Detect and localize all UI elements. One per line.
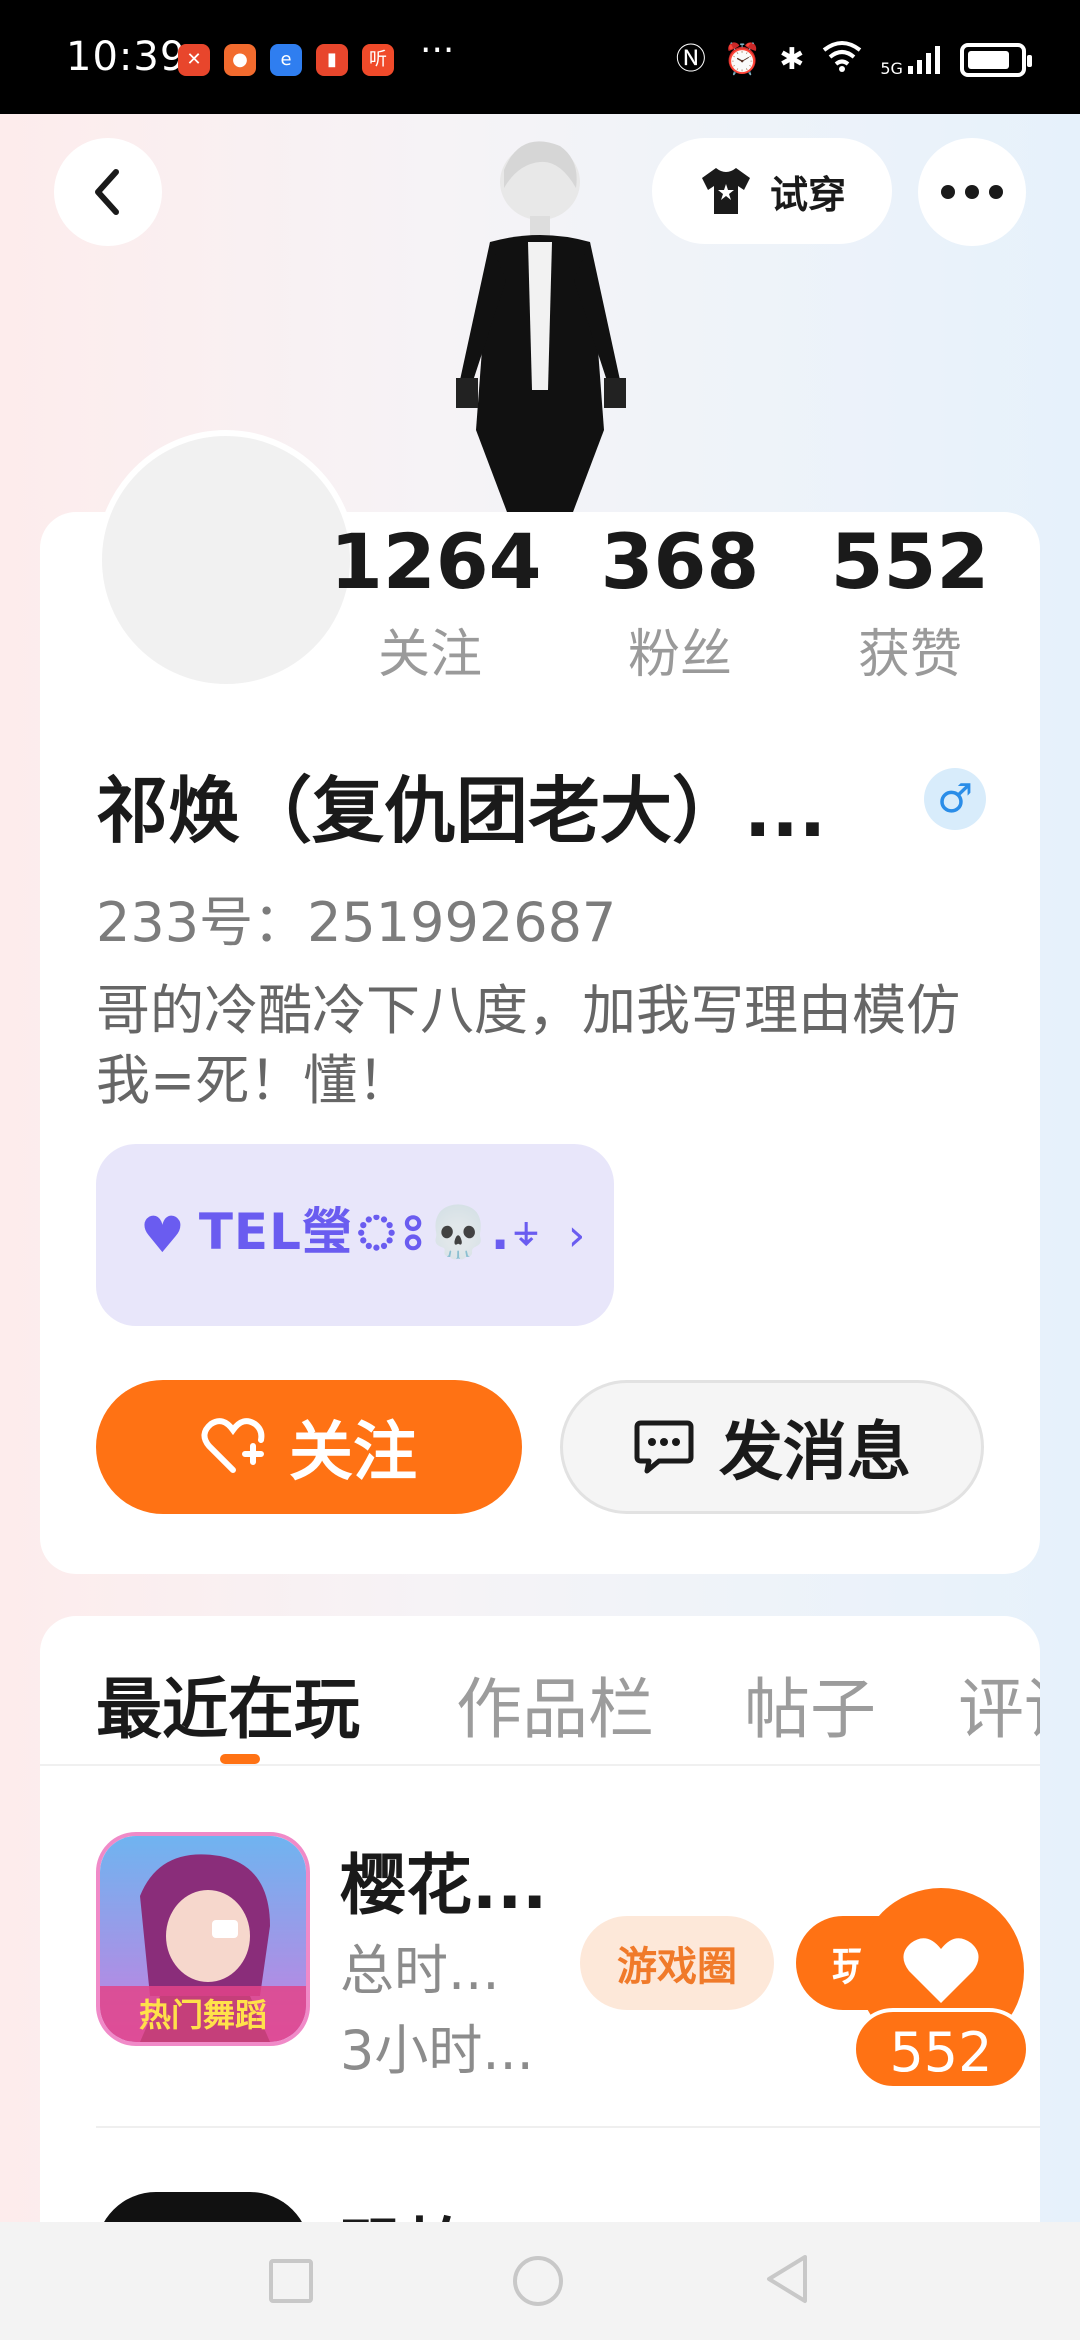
- followers-count: 368: [600, 517, 760, 606]
- status-bar: 10:39 ✕ ● e ▮ 听 ··· Ⓝ ⏰ ✱ 5G: [0, 0, 1080, 114]
- notification-icons: ✕ ● e ▮ 听: [178, 44, 394, 76]
- heart-icon: [903, 1938, 979, 2003]
- more-options-button[interactable]: [918, 138, 1026, 246]
- tab-works[interactable]: 作品栏: [456, 1656, 654, 1752]
- followers-label: 粉丝: [627, 625, 732, 685]
- network-type: 5G: [880, 58, 903, 78]
- tab-comments[interactable]: 评论: [958, 1656, 1040, 1752]
- try-on-label: 试穿: [769, 172, 846, 217]
- message-button[interactable]: 发消息: [560, 1380, 984, 1514]
- follow-label: 关注: [289, 1416, 417, 1490]
- game-icon-label: 热门舞蹈: [139, 1996, 267, 2034]
- app-notification-icon: 听: [362, 44, 394, 76]
- group-tag[interactable]: ♥ TEL瑩ঃ💀.⍖ ›: [96, 1144, 614, 1326]
- content-tabs: 最近在玩 作品栏 帖子 评论: [40, 1616, 1040, 1766]
- follow-button[interactable]: 关注: [96, 1380, 522, 1514]
- app-notification-icon: ▮: [316, 44, 348, 76]
- stat-followers[interactable]: 368 粉丝: [580, 520, 780, 687]
- battery-icon: [960, 43, 1032, 77]
- profile-page: 10:39 ✕ ● e ▮ 听 ··· Ⓝ ⏰ ✱ 5G 试穿 1264 关注 …: [0, 0, 1080, 2340]
- status-system-icons: Ⓝ ⏰ ✱ 5G: [675, 40, 1032, 80]
- game-total-time-label: 总时...: [340, 1939, 500, 2002]
- nfc-icon: Ⓝ: [675, 42, 706, 77]
- alarm-icon: ⏰: [723, 42, 762, 77]
- app-notification-icon: ✕: [178, 44, 210, 76]
- app-notification-icon: ●: [224, 44, 256, 76]
- recents-icon[interactable]: [269, 2259, 313, 2303]
- message-label: 发消息: [719, 1416, 911, 1490]
- active-tab-indicator: [220, 1754, 260, 1764]
- game-title: 樱花...: [340, 1847, 548, 1924]
- avatar-character-figure: [420, 130, 660, 520]
- home-icon[interactable]: [513, 2256, 563, 2306]
- chevron-right-icon: ›: [567, 1209, 586, 1261]
- avatar[interactable]: [96, 430, 356, 690]
- tab-recent-play[interactable]: 最近在玩: [96, 1656, 360, 1752]
- more-dots-icon: [941, 185, 1003, 199]
- chevron-left-icon: [95, 169, 119, 215]
- game-icon: 热门舞蹈: [96, 1832, 310, 2046]
- bluetooth-icon: ✱: [779, 42, 805, 77]
- following-label: 关注: [377, 625, 482, 685]
- floating-like-count: 552: [852, 2008, 1030, 2090]
- system-nav-bar: [0, 2222, 1080, 2340]
- stat-following[interactable]: 1264 关注: [330, 517, 542, 687]
- app-notification-icon: e: [270, 44, 302, 76]
- user-bio: 哥的冷酷冷下八度，加我写理由模仿我=死！懂！: [96, 979, 960, 1112]
- wifi-icon: [822, 40, 862, 80]
- status-time: 10:39: [66, 34, 187, 80]
- game-play-time: 3小时...: [340, 2019, 534, 2082]
- list-divider: [96, 2126, 1040, 2128]
- username: 祁焕（复仇团老大）...: [96, 769, 827, 853]
- male-gender-icon: ♂: [924, 768, 986, 830]
- user-id: 233号：251992687: [96, 891, 617, 954]
- back-button[interactable]: [54, 138, 162, 246]
- following-count: 1264: [330, 517, 542, 606]
- try-on-button[interactable]: 试穿: [652, 138, 892, 244]
- likes-count: 552: [830, 517, 990, 606]
- signal-icon: 5G: [880, 44, 942, 77]
- heart-icon: ♥: [140, 1206, 185, 1264]
- group-tag-text: TEL瑩ঃ💀.⍖: [198, 1203, 542, 1261]
- tshirt-icon: [701, 168, 750, 214]
- stat-likes[interactable]: 552 获赞: [810, 520, 1010, 687]
- tab-posts[interactable]: 帖子: [744, 1656, 876, 1752]
- back-nav-icon[interactable]: [763, 2253, 811, 2309]
- heart-plus-icon: [201, 1418, 265, 1473]
- game-circle-button[interactable]: 游戏圈: [580, 1916, 774, 2010]
- likes-label: 获赞: [857, 625, 962, 685]
- status-more-icon: ···: [420, 30, 455, 71]
- chat-bubble-icon: [634, 1420, 694, 1474]
